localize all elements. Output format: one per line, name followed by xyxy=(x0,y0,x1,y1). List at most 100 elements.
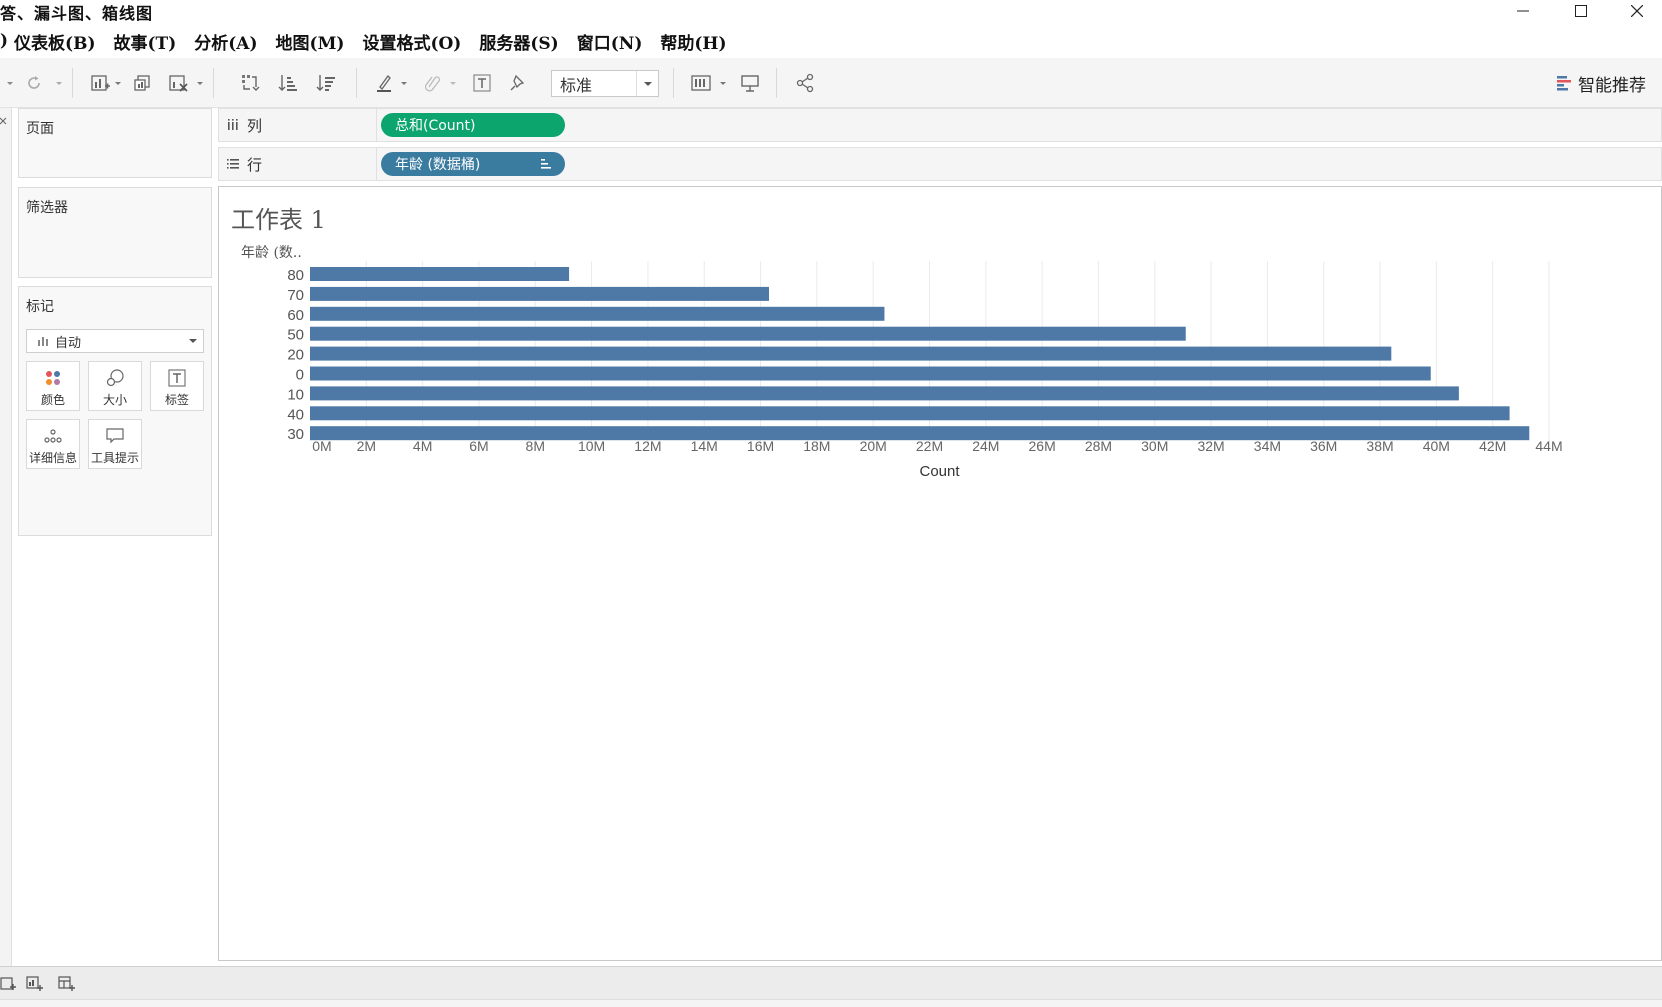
label-button-label: 标签 xyxy=(164,393,189,407)
chevron-down-icon[interactable] xyxy=(400,79,408,87)
mark-type-value: 自动 xyxy=(55,335,82,351)
columns-icon xyxy=(228,119,238,130)
x-tick-label: 24M xyxy=(972,438,999,454)
chevron-down-icon[interactable] xyxy=(6,79,14,87)
category-label: 0 xyxy=(296,367,304,384)
filters-card[interactable]: 筛选器 xyxy=(18,187,212,278)
columns-shelf[interactable]: 列 总和(Count) xyxy=(218,108,1662,142)
sort-ascending-button[interactable] xyxy=(276,71,300,95)
columns-pill-text: 总和(Count) xyxy=(395,118,476,134)
category-label: 10 xyxy=(287,386,304,403)
color-button-label: 颜色 xyxy=(40,393,65,407)
show-cards-button[interactable] xyxy=(690,71,714,95)
category-label: 40 xyxy=(287,406,304,423)
marks-card-title: 标记 xyxy=(26,299,54,315)
minimize-button[interactable] xyxy=(1500,0,1546,22)
detail-button[interactable]: 详细信息 xyxy=(26,419,80,469)
status-bar xyxy=(0,999,1662,1007)
x-tick-label: 6M xyxy=(469,438,488,454)
x-tick-label: 12M xyxy=(634,438,661,454)
close-button[interactable] xyxy=(1614,0,1660,22)
sort-descending-button[interactable] xyxy=(314,71,338,95)
highlight-button[interactable] xyxy=(372,71,396,95)
close-icon xyxy=(1631,5,1643,17)
sort-descending-icon xyxy=(541,159,551,169)
toolbar-separator xyxy=(356,68,357,98)
toolbar-separator xyxy=(776,68,777,98)
share-button[interactable] xyxy=(793,71,817,95)
x-tick-label: 34M xyxy=(1254,438,1281,454)
show-labels-button[interactable] xyxy=(470,71,494,95)
pages-card[interactable]: 页面 xyxy=(18,108,212,178)
menu-item-server[interactable]: 服务器(S) xyxy=(479,29,558,54)
toolbar-separator xyxy=(213,68,214,98)
x-tick-label: 16M xyxy=(747,438,774,454)
menu-item-map[interactable]: 地图(M) xyxy=(276,29,345,54)
menu-item-truncated[interactable]: ) xyxy=(0,31,8,51)
y-axis-title: 年龄 (数.. xyxy=(241,245,302,261)
tooltip-button[interactable]: 工具提示 xyxy=(88,419,142,469)
x-tick-label: 18M xyxy=(803,438,830,454)
duplicate-button[interactable] xyxy=(130,71,154,95)
size-button[interactable]: 大小 xyxy=(88,361,142,411)
category-label: 80 xyxy=(287,267,304,284)
show-me-button[interactable]: 智能推荐 xyxy=(1556,71,1646,96)
tooltip-icon xyxy=(106,428,124,444)
maximize-button[interactable] xyxy=(1558,0,1604,22)
chevron-down-icon[interactable] xyxy=(196,79,204,87)
fix-axes-button[interactable] xyxy=(506,71,530,95)
x-tick-label: 0M xyxy=(312,438,331,454)
new-datasource-icon[interactable] xyxy=(0,975,18,993)
x-tick-label: 22M xyxy=(916,438,943,454)
new-dashboard-icon[interactable] xyxy=(58,975,76,993)
x-tick-label: 32M xyxy=(1197,438,1224,454)
fit-select-arrow[interactable] xyxy=(636,71,658,96)
menu-item-story[interactable]: 故事(T) xyxy=(114,29,177,54)
category-label: 30 xyxy=(287,426,304,443)
sort-ascending-icon xyxy=(278,75,297,91)
category-label: 60 xyxy=(287,307,304,324)
new-worksheet-icon[interactable] xyxy=(26,975,44,993)
cards-icon xyxy=(691,75,711,91)
text-label-icon xyxy=(168,369,186,387)
sheet-tab-bar xyxy=(0,966,1662,999)
group-members-button[interactable] xyxy=(420,71,444,95)
chevron-down-icon[interactable] xyxy=(114,79,122,87)
chevron-down-icon[interactable] xyxy=(719,79,727,87)
refresh-button[interactable] xyxy=(22,71,46,95)
chevron-down-icon xyxy=(643,81,652,86)
swap-rows-columns-button[interactable] xyxy=(238,71,262,95)
category-label: 70 xyxy=(287,287,304,304)
bar-0 xyxy=(310,366,1431,381)
presentation-mode-button[interactable] xyxy=(738,71,762,95)
columns-pill[interactable]: 总和(Count) xyxy=(381,113,565,137)
rows-shelf[interactable]: 行 年龄 (数据桶) xyxy=(218,147,1662,181)
close-icon[interactable] xyxy=(0,116,8,126)
chevron-down-icon[interactable] xyxy=(449,79,457,87)
fit-select[interactable]: 标准 xyxy=(551,70,659,97)
mark-type-select[interactable]: 自动 xyxy=(26,329,204,353)
paperclip-icon xyxy=(424,76,441,92)
menu-bar: ) 仪表板(B) 故事(T) 分析(A) 地图(M) 设置格式(O) 服务器(S… xyxy=(0,26,745,56)
x-tick-label: 42M xyxy=(1479,438,1506,454)
bar-60 xyxy=(310,306,885,321)
x-tick-label: 40M xyxy=(1423,438,1450,454)
label-button[interactable]: 标签 xyxy=(150,361,204,411)
category-label: 20 xyxy=(287,347,304,364)
rows-pill[interactable]: 年龄 (数据桶) xyxy=(381,152,565,176)
mark-type-arrow[interactable] xyxy=(183,330,203,352)
title-bar: 答、漏斗图、箱线图 xyxy=(0,0,1662,23)
color-button[interactable]: 颜色 xyxy=(26,361,80,411)
menu-item-window[interactable]: 窗口(N) xyxy=(577,29,643,54)
menu-item-dashboard[interactable]: 仪表板(B) xyxy=(14,29,95,54)
size-circles-icon xyxy=(106,369,124,387)
chevron-down-icon xyxy=(189,339,197,343)
x-tick-label: 36M xyxy=(1310,438,1337,454)
clear-sheet-button[interactable] xyxy=(166,71,190,95)
menu-item-analysis[interactable]: 分析(A) xyxy=(194,29,257,54)
menu-item-help[interactable]: 帮助(H) xyxy=(660,29,726,54)
new-worksheet-button[interactable] xyxy=(88,71,112,95)
menu-item-format[interactable]: 设置格式(O) xyxy=(362,29,461,54)
detail-dots-icon xyxy=(44,429,62,443)
chevron-down-icon[interactable] xyxy=(55,79,63,87)
